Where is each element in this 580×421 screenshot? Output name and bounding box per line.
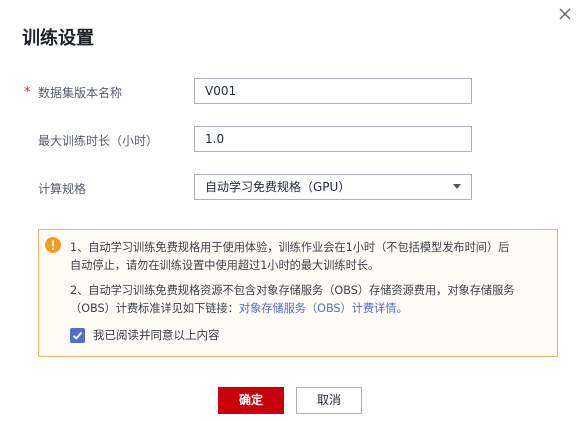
- dataset-version-input[interactable]: [194, 78, 472, 104]
- notice-line-3: 2、自动学习训练免费规格资源不包含对象存储服务（OBS）存储资源费用，对象存储服…: [70, 284, 515, 297]
- notice-line-2: 自动停止，请勿在训练设置中使用超过1小时的最大训练时长。: [70, 259, 380, 272]
- notice-line-4-text: （OBS）计费标准详见如下链接：: [70, 302, 239, 315]
- spec-label: 计算规格: [38, 182, 87, 196]
- notice-line-4: （OBS）计费标准详见如下链接：对象存储服务（OBS）计费详情。: [70, 300, 550, 318]
- dataset-version-label: 数据集版本名称: [38, 86, 123, 100]
- confirm-button[interactable]: 确定: [218, 387, 284, 414]
- obs-billing-link[interactable]: 对象存储服务（OBS）计费详情。: [239, 302, 408, 315]
- required-mark: *: [24, 85, 31, 100]
- spec-selected-value: 自动学习免费规格（GPU）: [205, 180, 351, 194]
- cancel-button[interactable]: 取消: [296, 387, 362, 414]
- agree-label: 我已阅读并同意以上内容: [93, 328, 220, 342]
- dialog-title: 训练设置: [22, 28, 94, 49]
- notice-line-1: 1、自动学习训练免费规格用于使用体验，训练作业会在1小时（不包括模型发布时间）后: [70, 241, 510, 254]
- notice-box: 1、自动学习训练免费规格用于使用体验，训练作业会在1小时（不包括模型发布时间）后…: [38, 229, 558, 357]
- max-duration-label: 最大训练时长（小时）: [38, 134, 159, 148]
- agree-checkbox[interactable]: [70, 328, 85, 343]
- chevron-down-icon: [453, 184, 461, 189]
- check-icon: [72, 331, 83, 340]
- close-icon[interactable]: [556, 5, 574, 23]
- spec-select[interactable]: 自动学习免费规格（GPU）: [194, 174, 472, 200]
- warning-icon: [45, 237, 61, 253]
- max-duration-input[interactable]: [194, 126, 472, 152]
